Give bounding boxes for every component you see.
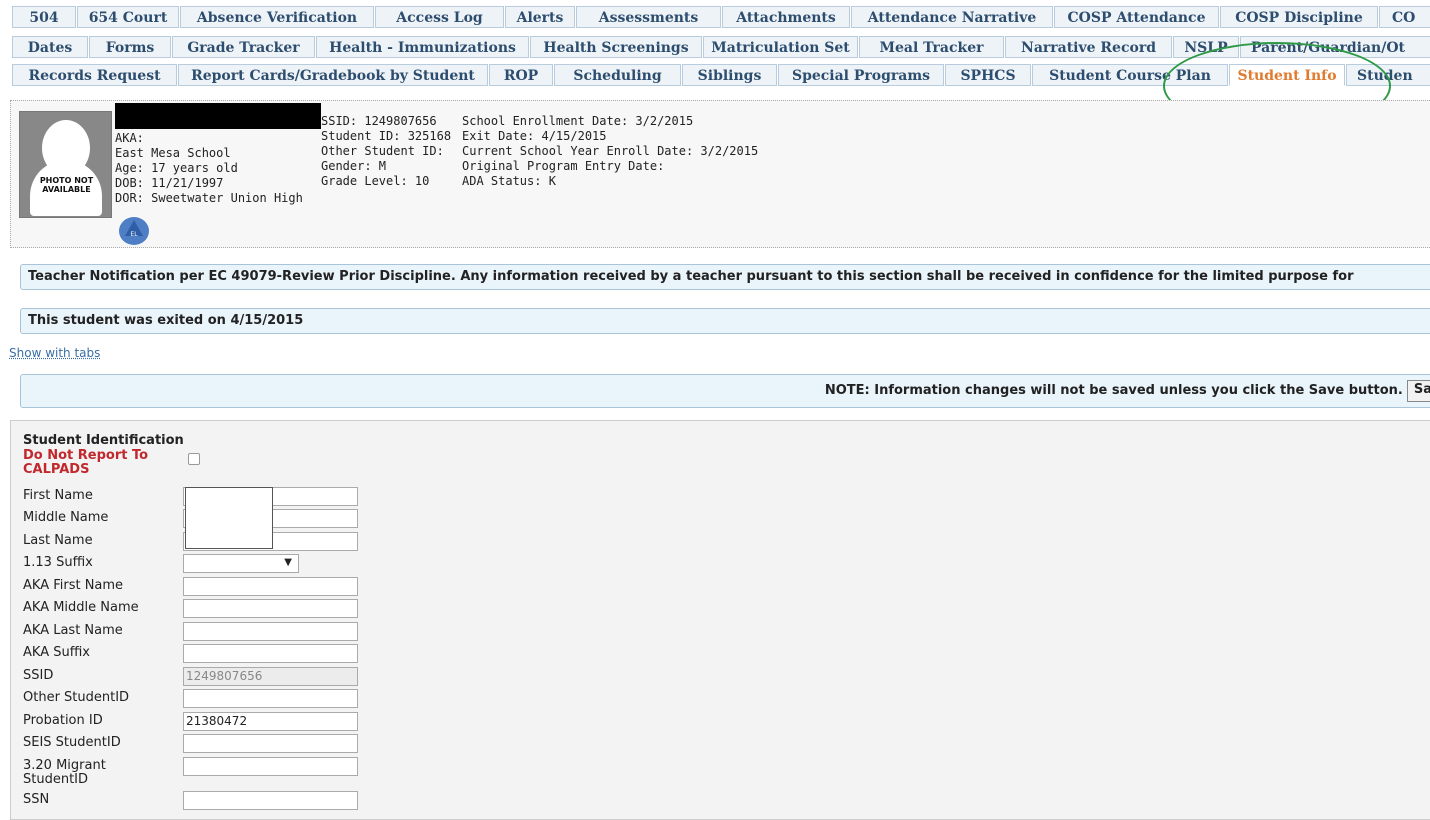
tab-dates[interactable]: Dates [12,36,88,58]
tab-forms[interactable]: Forms [89,36,171,58]
teacher-notification: Teacher Notification per EC 49079-Review… [20,264,1430,290]
tab-nslp[interactable]: NSLP [1173,36,1239,58]
other-student-id-text: Other Student ID: [321,144,444,158]
aka-last-name-field[interactable] [183,622,358,641]
tab-rop[interactable]: ROP [489,64,553,86]
aka-suffix-label: AKA Suffix [23,645,90,660]
student-identification-form: Student Identification Do Not Report To … [10,420,1430,820]
student-id-text: Student ID: 325168 [321,129,452,143]
gender-text: Gender: M [321,159,387,173]
enrollment-date-text: School Enrollment Date: 3/2/2015 [462,114,694,128]
suffix-select[interactable]: ▼ [183,554,299,573]
aka-last-name-label: AKA Last Name [23,623,123,638]
redacted-name [115,103,321,129]
tab-health-immunizations[interactable]: Health - Immunizations [316,36,529,58]
ada-status-text: ADA Status: K [462,174,556,188]
tab-student-truncated[interactable]: Studen [1346,64,1430,86]
exit-date-text: Exit Date: 4/15/2015 [462,129,607,143]
aka-middle-name-field[interactable] [183,599,358,618]
tab-absence-verification[interactable]: Absence Verification [180,6,374,28]
tab-special-programs[interactable]: Special Programs [778,64,944,86]
probation-id-field[interactable]: 21380472 [183,712,358,731]
photo-placeholder-text: PHOTO NOT AVAILABLE [39,176,94,194]
tab-bar: 504 654 Court Absence Verification Acces… [0,0,1430,92]
tab-cosp-attendance[interactable]: COSP Attendance [1054,6,1219,28]
tab-narrative-record[interactable]: Narrative Record [1005,36,1172,58]
tab-attendance-narrative[interactable]: Attendance Narrative [851,6,1053,28]
tab-student-info[interactable]: Student Info [1229,64,1345,86]
other-studentid-field[interactable] [183,689,358,708]
program-entry-text: Original Program Entry Date: [462,159,665,173]
other-studentid-label: Other StudentID [23,690,130,705]
aka-suffix-field[interactable] [183,644,358,663]
save-button[interactable]: Sa [1406,379,1430,402]
tab-attachments[interactable]: Attachments [722,6,850,28]
el-badge-icon: EL [119,217,149,245]
do-not-report-checkbox[interactable] [188,453,200,465]
dob-text: DOB: 11/21/1997 [115,176,224,190]
tab-access-log[interactable]: Access Log [375,6,504,28]
last-name-label: Last Name [23,533,93,548]
probation-id-label: Probation ID [23,713,103,728]
exit-notice: This student was exited on 4/15/2015 [20,308,1430,334]
seis-studentid-label: SEIS StudentID [23,735,121,750]
tab-504[interactable]: 504 [12,6,76,28]
section-title: Student Identification [23,433,184,448]
migrant-studentid-label: 3.20 Migrant StudentID [23,758,106,787]
ssn-label: SSN [23,792,50,807]
tab-654-court[interactable]: 654 Court [77,6,179,28]
tab-meal-tracker[interactable]: Meal Tracker [859,36,1004,58]
aka-text: AKA: [115,131,144,145]
tab-sphcs[interactable]: SPHCS [945,64,1031,86]
tab-siblings[interactable]: Siblings [682,64,777,86]
tab-matriculation-set[interactable]: Matriculation Set [703,36,858,58]
first-name-label: First Name [23,488,93,503]
tab-health-screenings[interactable]: Health Screenings [530,36,702,58]
tab-scheduling[interactable]: Scheduling [554,64,681,86]
student-summary-col3: School Enrollment Date: 3/2/2015 Exit Da… [462,114,758,189]
tab-co-truncated[interactable]: CO [1379,6,1430,28]
tab-cosp-discipline[interactable]: COSP Discipline [1220,6,1378,28]
ssn-field[interactable] [183,791,358,810]
student-summary-col2: SSID: 1249807656 Student ID: 325168 Othe… [321,114,451,189]
show-with-tabs-link[interactable]: Show with tabs [9,346,100,360]
save-note-bar: NOTE: Information changes will not be sa… [20,374,1430,408]
dor-text: DOR: Sweetwater Union High [115,191,303,205]
ssid-label: SSID [23,668,54,683]
tab-alerts[interactable]: Alerts [505,6,575,28]
student-summary-col1: AKA: East Mesa School Age: 17 years old … [115,131,303,206]
age-text: Age: 17 years old [115,161,238,175]
grade-level-text: Grade Level: 10 [321,174,430,188]
ssid-field: 1249807656 [183,667,358,686]
school-name: East Mesa School [115,146,231,160]
suffix-label: 1.13 Suffix [23,555,93,570]
seis-studentid-field[interactable] [183,734,358,753]
current-year-enroll-text: Current School Year Enroll Date: 3/2/201… [462,144,759,158]
chevron-down-icon: ▼ [284,557,292,568]
save-note-text: NOTE: Information changes will not be sa… [824,383,1403,398]
ssid-text: SSID: 1249807656 [321,114,437,128]
aka-middle-name-label: AKA Middle Name [23,600,139,615]
tab-assessments[interactable]: Assessments [576,6,721,28]
redacted-name-fields [185,487,273,549]
tab-grade-tracker[interactable]: Grade Tracker [172,36,315,58]
aka-first-name-label: AKA First Name [23,578,124,593]
student-photo: PHOTO NOT AVAILABLE [19,111,112,218]
student-info-panel: PHOTO NOT AVAILABLE AKA: East Mesa Schoo… [10,100,1430,248]
do-not-report-label: Do Not Report To CALPADS [23,448,149,477]
aka-first-name-field[interactable] [183,577,358,596]
tab-report-cards[interactable]: Report Cards/Gradebook by Student [178,64,488,86]
tab-parent-guardian[interactable]: Parent/Guardian/Ot [1240,36,1430,58]
migrant-studentid-field[interactable] [183,757,358,776]
middle-name-label: Middle Name [23,510,109,525]
tab-records-request[interactable]: Records Request [12,64,177,86]
tab-student-course-plan[interactable]: Student Course Plan [1032,64,1228,86]
